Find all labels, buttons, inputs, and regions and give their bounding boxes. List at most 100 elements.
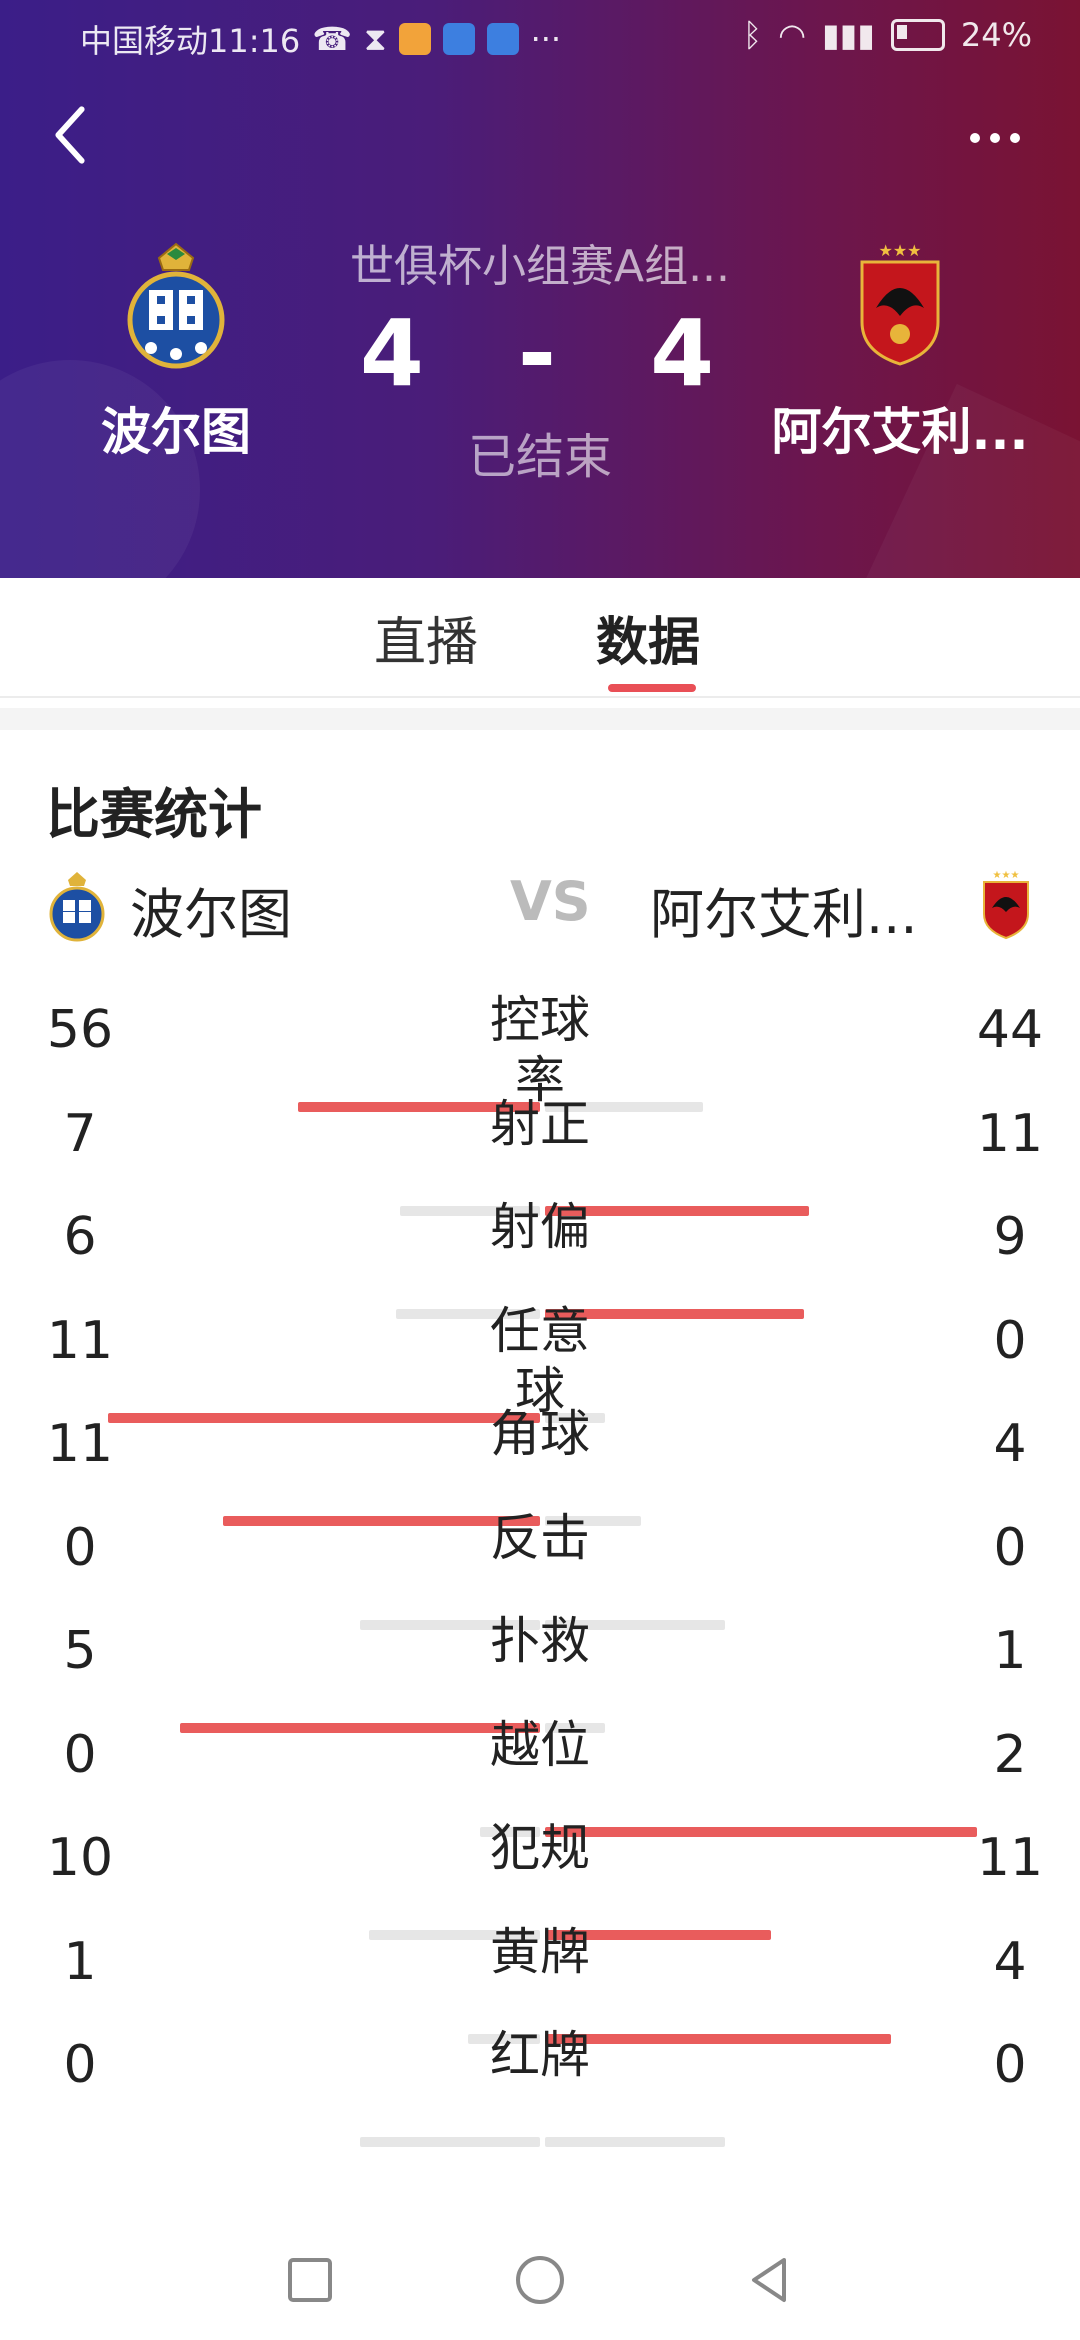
status-left: 中国移动11:16 ☎ ⧗ ··· — [80, 16, 561, 62]
stat-away-value: 1 — [993, 1621, 1027, 1681]
triangle-back-icon — [752, 2258, 786, 2302]
section-title: 比赛统计 — [46, 783, 262, 846]
recent-apps-button[interactable] — [280, 2250, 340, 2310]
competition-name: 世俱杯小组赛A组... — [349, 241, 731, 292]
battery-percent: 24% — [960, 16, 1032, 54]
score-separator: - — [517, 300, 563, 407]
svg-text:★★★: ★★★ — [993, 870, 1020, 881]
bluetooth-icon: ᛒ — [742, 16, 763, 54]
away-score: 4 — [650, 300, 721, 407]
home-score: 4 — [359, 300, 430, 407]
stat-away-value: 2 — [993, 1724, 1027, 1785]
stat-label: 扑救 — [490, 1612, 590, 1670]
back-nav-button[interactable] — [740, 2250, 800, 2310]
away-team-name: 阿尔艾利... — [771, 403, 1029, 461]
stat-label: 任意球 — [490, 1301, 590, 1420]
stat-row: 0 越位 2 — [0, 1716, 1080, 1837]
stat-label: 红牌 — [490, 2026, 590, 2084]
stat-home-bar — [360, 2137, 540, 2147]
stat-label: 角球 — [490, 1405, 590, 1463]
stat-row: 6 射偏 9 — [0, 1198, 1080, 1319]
stat-label: 黄牌 — [490, 1922, 590, 1981]
porto-crest-icon — [127, 242, 225, 369]
stat-home-value: 6 — [63, 1207, 97, 1267]
stat-away-value: 9 — [993, 1207, 1027, 1267]
tab-live[interactable]: 直播 — [374, 600, 478, 675]
stat-row: 10 犯规 11 — [0, 1819, 1080, 1940]
stats-home-team-name: 波尔图 — [130, 883, 292, 946]
stat-away-value: 11 — [976, 1828, 1044, 1888]
stat-home-value: 0 — [63, 1517, 97, 1578]
home-button[interactable] — [510, 2250, 570, 2310]
stat-home-value: 11 — [46, 1310, 114, 1371]
score: 4 - 4 — [300, 300, 780, 407]
stat-home-value: 0 — [63, 2035, 97, 2095]
svg-text:★★★: ★★★ — [878, 241, 921, 260]
status-bar: 中国移动11:16 ☎ ⧗ ··· ᛒ ◠ ▮▮▮ 24% — [0, 0, 1080, 72]
stat-home-value: 1 — [63, 1931, 97, 1992]
section-divider — [0, 708, 1080, 730]
wifi-icon: ◠ — [778, 16, 807, 54]
more-options-button[interactable] — [970, 118, 1040, 158]
stat-row: 7 射正 11 — [0, 1095, 1080, 1216]
stats-away-team-name: 阿尔艾利... — [650, 883, 918, 946]
baidu-app-icon — [442, 23, 475, 55]
stat-row: 0 反击 0 — [0, 1509, 1080, 1630]
stat-label: 射正 — [490, 1094, 590, 1153]
stat-row: 56 控球率 44 — [0, 991, 1080, 1112]
system-nav-bar — [0, 2220, 1080, 2340]
more-dot-icon — [990, 133, 1000, 143]
stat-away-value: 0 — [993, 1310, 1027, 1371]
vs-row: 波尔图 VS 阿尔艾利... ★★★ — [0, 860, 1080, 950]
stat-row: 11 任意球 0 — [0, 1302, 1080, 1423]
match-center: 世俱杯小组赛A组... 4 - 4 已结束 — [300, 230, 780, 487]
more-dot-icon — [970, 133, 980, 143]
stat-away-value: 0 — [993, 1517, 1027, 1578]
match-header: 中国移动11:16 ☎ ⧗ ··· ᛒ ◠ ▮▮▮ 24% 波尔图 世俱杯小组赛… — [0, 0, 1080, 578]
stat-label: 反击 — [490, 1508, 590, 1567]
tab-stats[interactable]: 数据 — [596, 600, 700, 675]
stat-home-value: 7 — [63, 1103, 97, 1164]
chevron-left-icon — [55, 106, 85, 164]
missed-call-icon: ☎ — [312, 20, 353, 58]
stat-away-bar — [545, 2137, 725, 2147]
al-ahly-crest-icon: ★★★ — [860, 241, 940, 366]
hourglass-icon: ⧗ — [364, 19, 387, 58]
stat-row: 11 角球 4 — [0, 1405, 1080, 1526]
stat-row: 5 扑救 1 — [0, 1612, 1080, 1733]
stat-away-value: 0 — [993, 2035, 1027, 2095]
home-team-name: 波尔图 — [101, 403, 251, 461]
status-right: ᛒ ◠ ▮▮▮ 24% — [743, 16, 1032, 54]
stat-row: 0 红牌 0 — [0, 2026, 1080, 2147]
battery-icon — [890, 19, 945, 51]
tab-bar: 直播 数据 — [0, 578, 1080, 698]
home-team[interactable]: 波尔图 — [46, 240, 306, 464]
stat-row: 1 黄牌 4 — [0, 1923, 1080, 2044]
porto-crest-icon — [49, 872, 105, 942]
square-icon — [288, 2258, 332, 2302]
active-tab-indicator — [608, 684, 696, 692]
stat-home-value: 56 — [46, 1000, 114, 1060]
back-button[interactable] — [40, 100, 100, 170]
more-notifications-icon: ··· — [530, 20, 562, 58]
baidu-app-icon-2 — [486, 23, 519, 55]
stat-home-value: 5 — [63, 1621, 97, 1681]
stat-away-value: 44 — [976, 1000, 1044, 1060]
carrier-time: 中国移动11:16 — [80, 22, 301, 60]
stat-home-value: 11 — [46, 1414, 114, 1474]
circle-icon — [516, 2256, 564, 2304]
stat-home-value: 0 — [63, 1724, 97, 1785]
stat-home-value: 10 — [46, 1828, 114, 1888]
al-ahly-crest-icon: ★★★ — [983, 870, 1029, 940]
stat-label: 越位 — [490, 1715, 590, 1774]
stat-label: 控球率 — [490, 991, 590, 1109]
signal-icon: ▮▮▮ — [822, 16, 875, 54]
stat-away-value: 4 — [993, 1414, 1027, 1474]
stat-label: 犯规 — [490, 1819, 590, 1877]
match-state: 已结束 — [467, 429, 612, 485]
vs-label: VS — [510, 870, 591, 933]
stat-label: 射偏 — [490, 1198, 590, 1256]
more-dot-icon — [1010, 133, 1020, 143]
weibo-app-icon — [398, 23, 431, 55]
away-team[interactable]: ★★★ 阿尔艾利... — [770, 240, 1030, 464]
